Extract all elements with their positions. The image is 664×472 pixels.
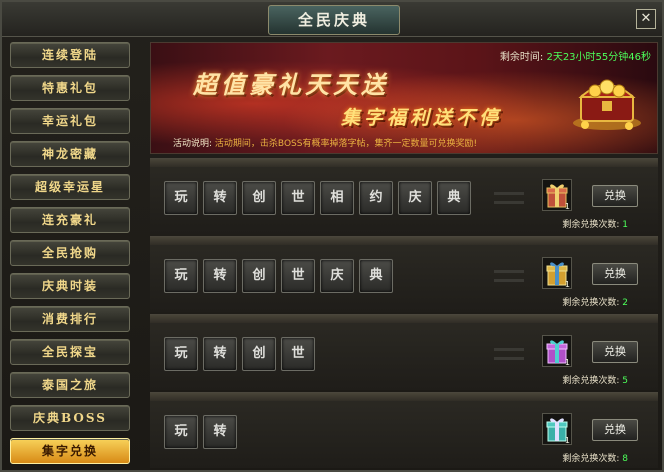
reward-gift-slot[interactable]: 1 xyxy=(542,335,572,367)
row-divider xyxy=(150,159,658,167)
sidebar-item-flash-sale[interactable]: 全民抢购 xyxy=(10,240,130,266)
countdown-label: 剩余时间: xyxy=(499,52,544,63)
treasure-chest-icon xyxy=(573,79,641,130)
remaining-value: 8 xyxy=(622,454,628,464)
gift-count: 1 xyxy=(564,202,570,211)
exchange-row: 玩 转 创 世 庆 典 1 兑换 剩余兑换次数: 2 xyxy=(150,236,658,312)
banner-slogan-main: 超值豪礼天天送 xyxy=(193,70,389,99)
countdown-value: 2天23小时55分钟46秒 xyxy=(546,52,651,63)
sidebar-item-special-pack[interactable]: 特惠礼包 xyxy=(10,75,130,101)
sidebar-item-thailand-trip[interactable]: 泰国之旅 xyxy=(10,372,130,398)
remaining-label: 剩余兑换次数: xyxy=(562,298,620,308)
char-token: 相 xyxy=(320,181,354,215)
row-divider xyxy=(150,315,658,323)
window-title: 全民庆典 xyxy=(268,5,400,35)
sidebar-item-lucky-pack[interactable]: 幸运礼包 xyxy=(10,108,130,134)
remaining-value: 2 xyxy=(622,298,628,308)
char-token: 约 xyxy=(359,181,393,215)
reward-gift-slot[interactable]: 1 xyxy=(542,413,572,445)
remaining-label: 剩余兑换次数: xyxy=(562,376,620,386)
sidebar-item-recharge-gift[interactable]: 连充豪礼 xyxy=(10,207,130,233)
reward-gift-slot[interactable]: 1 xyxy=(542,179,572,211)
char-token: 玩 xyxy=(164,415,198,449)
exchange-list: 玩 转 创 世 相 约 庆 典 1 兑换 剩余兑换次数: 1 玩 转 创 世 庆… xyxy=(150,158,658,468)
remaining-label: 剩余兑换次数: xyxy=(562,454,620,464)
description-label: 活动说明: xyxy=(173,139,213,149)
exchange-button[interactable]: 兑换 xyxy=(592,185,638,207)
sidebar-item-dragon-treasure[interactable]: 神龙密藏 xyxy=(10,141,130,167)
remaining-exchanges: 剩余兑换次数: 8 xyxy=(562,451,628,464)
title-bar: 全民庆典 ✕ xyxy=(2,2,662,37)
char-token: 世 xyxy=(281,337,315,371)
char-token: 玩 xyxy=(164,337,198,371)
event-banner: 剩余时间: 2天23小时55分钟46秒 超值豪礼天天送 集字福利送不停 活动说明… xyxy=(150,42,658,154)
char-token: 转 xyxy=(203,415,237,449)
char-token: 转 xyxy=(203,259,237,293)
countdown: 剩余时间: 2天23小时55分钟46秒 xyxy=(500,48,651,63)
event-description: 活动说明: 活动期间，击杀BOSS有概率掉落字帖，集齐一定数量可兑换奖励! xyxy=(173,136,477,149)
exchange-button[interactable]: 兑换 xyxy=(592,419,638,441)
exchange-button[interactable]: 兑换 xyxy=(592,263,638,285)
sidebar-item-festival-fashion[interactable]: 庆典时装 xyxy=(10,273,130,299)
char-token: 庆 xyxy=(320,259,354,293)
exchange-row: 玩 转 创 世 1 兑换 剩余兑换次数: 5 xyxy=(150,314,658,390)
remaining-label: 剩余兑换次数: xyxy=(562,220,620,230)
event-window: 全民庆典 ✕ 连续登陆 特惠礼包 幸运礼包 神龙密藏 超级幸运星 连充豪礼 全民… xyxy=(0,0,664,472)
row-divider xyxy=(150,393,658,401)
reward-gift-slot[interactable]: 1 xyxy=(542,257,572,289)
sidebar-item-super-lucky-star[interactable]: 超级幸运星 xyxy=(10,174,130,200)
char-token: 创 xyxy=(242,337,276,371)
remaining-value: 5 xyxy=(622,376,628,386)
remaining-exchanges: 剩余兑换次数: 5 xyxy=(562,373,628,386)
exchange-button[interactable]: 兑换 xyxy=(592,341,638,363)
sidebar-item-char-exchange[interactable]: 集字兑换 xyxy=(10,438,130,464)
char-token: 创 xyxy=(242,181,276,215)
close-button[interactable]: ✕ xyxy=(636,9,656,29)
equals-separator xyxy=(494,187,524,209)
char-token: 庆 xyxy=(398,181,432,215)
activity-sidebar: 连续登陆 特惠礼包 幸运礼包 神龙密藏 超级幸运星 连充豪礼 全民抢购 庆典时装… xyxy=(10,42,134,468)
gift-count: 1 xyxy=(564,436,570,445)
remaining-exchanges: 剩余兑换次数: 1 xyxy=(562,217,628,230)
sidebar-item-consecutive-login[interactable]: 连续登陆 xyxy=(10,42,130,68)
char-token: 玩 xyxy=(164,259,198,293)
char-token: 转 xyxy=(203,181,237,215)
equals-separator xyxy=(494,343,524,365)
banner-slogan-sub: 集字福利送不停 xyxy=(341,107,503,129)
gift-count: 1 xyxy=(564,358,570,367)
char-token: 典 xyxy=(359,259,393,293)
row-divider xyxy=(150,237,658,245)
char-token: 世 xyxy=(281,181,315,215)
remaining-value: 1 xyxy=(622,220,628,230)
sidebar-item-treasure-hunt[interactable]: 全民探宝 xyxy=(10,339,130,365)
gift-count: 1 xyxy=(564,280,570,289)
char-token: 世 xyxy=(281,259,315,293)
char-token: 转 xyxy=(203,337,237,371)
description-text: 活动期间，击杀BOSS有概率掉落字帖，集齐一定数量可兑换奖励! xyxy=(214,139,478,149)
remaining-exchanges: 剩余兑换次数: 2 xyxy=(562,295,628,308)
exchange-row: 玩 转 1 兑换 剩余兑换次数: 8 xyxy=(150,392,658,468)
exchange-row: 玩 转 创 世 相 约 庆 典 1 兑换 剩余兑换次数: 1 xyxy=(150,158,658,234)
sidebar-item-spending-rank[interactable]: 消费排行 xyxy=(10,306,130,332)
sidebar-item-festival-boss[interactable]: 庆典BOSS xyxy=(10,405,130,431)
char-token: 创 xyxy=(242,259,276,293)
char-token: 典 xyxy=(437,181,471,215)
char-token: 玩 xyxy=(164,181,198,215)
equals-separator xyxy=(494,265,524,287)
